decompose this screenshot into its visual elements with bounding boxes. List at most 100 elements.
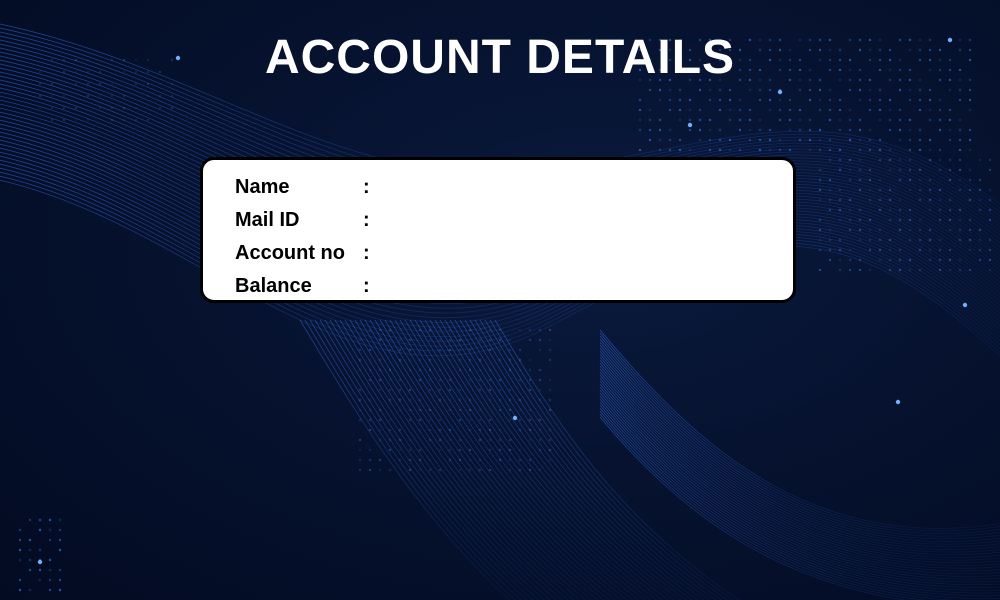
dot (388, 398, 392, 402)
dot (728, 88, 732, 92)
dot (528, 438, 532, 442)
dot (748, 118, 752, 122)
dot (968, 268, 972, 272)
dot (948, 108, 952, 112)
field-separator: : (363, 241, 370, 264)
dot (968, 188, 972, 192)
dot (898, 128, 902, 132)
dot (388, 468, 392, 472)
dot (388, 338, 392, 342)
dot (828, 178, 832, 182)
sparkle-dot (777, 89, 783, 95)
dot (858, 228, 862, 232)
dot (908, 268, 912, 272)
dot (948, 128, 952, 132)
dot (548, 358, 552, 362)
dot (448, 428, 452, 432)
dot (62, 106, 66, 110)
dot (58, 518, 62, 522)
dot (388, 368, 392, 372)
dot (468, 448, 472, 452)
dot (478, 328, 482, 332)
dot (518, 348, 522, 352)
dot (448, 348, 452, 352)
dot (368, 348, 372, 352)
dot (498, 398, 502, 402)
dot (918, 168, 922, 172)
dot (868, 148, 872, 152)
dot (428, 438, 432, 442)
dot (418, 408, 422, 412)
dot (908, 178, 912, 182)
dot (928, 248, 932, 252)
dot (908, 148, 912, 152)
dot (858, 238, 862, 242)
dot (538, 348, 542, 352)
dot (768, 98, 772, 102)
dot (758, 128, 762, 132)
dot (908, 188, 912, 192)
dot (438, 388, 442, 392)
dot (848, 228, 852, 232)
dot (38, 106, 42, 110)
dot (858, 268, 862, 272)
dot (508, 348, 512, 352)
dot (538, 418, 542, 422)
dot (838, 238, 842, 242)
dot (478, 458, 482, 462)
wave-line (599, 410, 957, 600)
dot (358, 398, 362, 402)
field-label: Name (235, 175, 290, 198)
dot (798, 138, 802, 142)
dot (738, 98, 742, 102)
dot (488, 388, 492, 392)
dot (938, 258, 942, 262)
dot (388, 378, 392, 382)
dot (938, 108, 942, 112)
dot (408, 418, 412, 422)
dot (458, 418, 462, 422)
dot (408, 368, 412, 372)
dot (18, 578, 22, 582)
dot (808, 138, 812, 142)
dot (878, 118, 882, 122)
dot (818, 248, 822, 252)
dot (378, 368, 382, 372)
dot (398, 378, 402, 382)
dot (50, 94, 54, 98)
dot (828, 108, 832, 112)
dot (868, 108, 872, 112)
dot (428, 338, 432, 342)
dot (518, 468, 522, 472)
dot (728, 98, 732, 102)
dot (898, 118, 902, 122)
page-title: ACCOUNT DETAILS (264, 31, 736, 84)
dot (18, 588, 22, 592)
dot (498, 428, 502, 432)
dot (488, 438, 492, 442)
dot (928, 258, 932, 262)
dot (698, 88, 702, 92)
dot (908, 128, 912, 132)
dot (378, 418, 382, 422)
dot (898, 268, 902, 272)
dot (678, 118, 682, 122)
dot (858, 118, 862, 122)
dot (398, 448, 402, 452)
dot (508, 358, 512, 362)
dot (134, 106, 138, 110)
dot (408, 468, 412, 472)
dot (888, 268, 892, 272)
dot (988, 268, 992, 272)
dot (378, 378, 382, 382)
dot (878, 138, 882, 142)
dot (408, 398, 412, 402)
field-mail-id: Mail ID : (235, 205, 385, 235)
dot (538, 448, 542, 452)
dot (98, 94, 102, 98)
dot (358, 438, 362, 442)
dot (948, 258, 952, 262)
dot (968, 238, 972, 242)
dot (28, 588, 32, 592)
dot (28, 538, 32, 542)
